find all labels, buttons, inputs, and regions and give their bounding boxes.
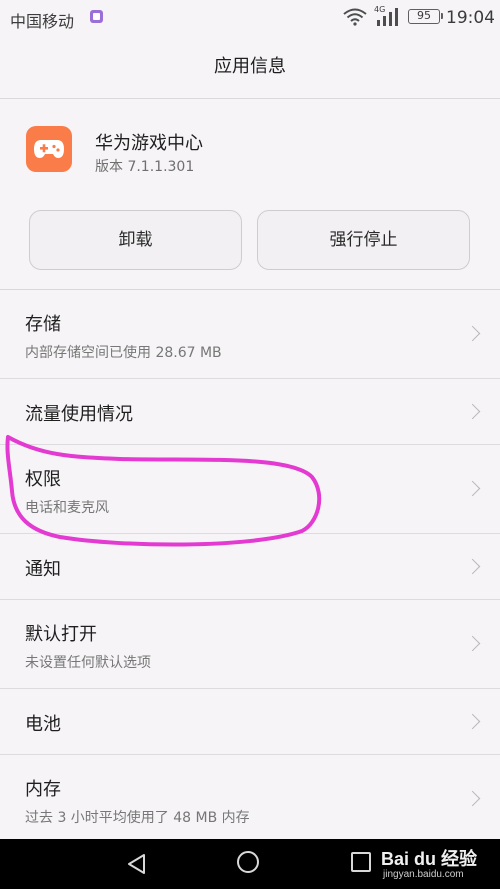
chevron-right-icon (464, 790, 481, 807)
item-title: 权限 (25, 469, 61, 490)
baidu-jingyan-watermark: Bai du 经验 jingyan.baidu.com (381, 845, 499, 887)
list-item-notifications[interactable]: 通知 (0, 534, 500, 600)
back-icon[interactable] (126, 853, 148, 875)
settings-list: 存储 内部存储空间已使用 28.67 MB 流量使用情况 权限 电话和麦克风 通… (0, 290, 500, 844)
item-title: 存储 (25, 314, 61, 335)
chevron-right-icon (464, 480, 481, 497)
chevron-right-icon (464, 325, 481, 342)
sim-icon (90, 10, 103, 23)
page-title: 应用信息 (0, 36, 500, 99)
item-subtitle: 过去 3 小时平均使用了 48 MB 内存 (25, 810, 250, 826)
chevron-right-icon (464, 713, 481, 730)
item-subtitle: 未设置任何默认选项 (25, 655, 151, 671)
item-subtitle: 电话和麦克风 (25, 500, 109, 516)
list-item-storage[interactable]: 存储 内部存储空间已使用 28.67 MB (0, 290, 500, 379)
watermark-url: jingyan.baidu.com (383, 869, 464, 880)
list-item-memory[interactable]: 内存 过去 3 小时平均使用了 48 MB 内存 (0, 755, 500, 844)
item-title: 电池 (25, 714, 61, 735)
watermark-logo: Bai du 经验 (381, 849, 478, 869)
signal-icon: 4G (374, 5, 398, 26)
item-subtitle: 内部存储空间已使用 28.67 MB (25, 345, 222, 361)
wifi-icon (343, 8, 367, 26)
list-item-data-usage[interactable]: 流量使用情况 (0, 379, 500, 445)
item-title: 内存 (25, 779, 61, 800)
force-stop-button[interactable]: 强行停止 (257, 210, 470, 270)
gamepad-icon (26, 126, 72, 172)
navigation-bar: Bai du 经验 jingyan.baidu.com (0, 839, 500, 889)
status-bar: 中国移动 4G 95 19:04 (0, 0, 500, 36)
item-title: 流量使用情况 (25, 404, 133, 425)
list-item-permissions[interactable]: 权限 电话和麦克风 (0, 445, 500, 534)
status-time: 19:04 (446, 8, 495, 28)
recent-apps-icon[interactable] (351, 852, 371, 872)
item-title: 通知 (25, 559, 61, 580)
battery-icon: 95 (408, 9, 443, 24)
home-icon[interactable] (237, 851, 259, 873)
app-version: 版本 7.1.1.301 (95, 159, 195, 175)
list-item-default-open[interactable]: 默认打开 未设置任何默认选项 (0, 600, 500, 689)
chevron-right-icon (464, 403, 481, 420)
list-item-battery[interactable]: 电池 (0, 689, 500, 755)
carrier-name: 中国移动 (10, 12, 75, 31)
chevron-right-icon (464, 635, 481, 652)
item-title: 默认打开 (25, 624, 97, 645)
chevron-right-icon (464, 558, 481, 575)
app-name: 华为游戏中心 (95, 133, 203, 154)
network-type: 4G (374, 5, 385, 14)
uninstall-button[interactable]: 卸载 (29, 210, 242, 270)
app-header: 华为游戏中心 版本 7.1.1.301 卸载 强行停止 (0, 99, 500, 290)
